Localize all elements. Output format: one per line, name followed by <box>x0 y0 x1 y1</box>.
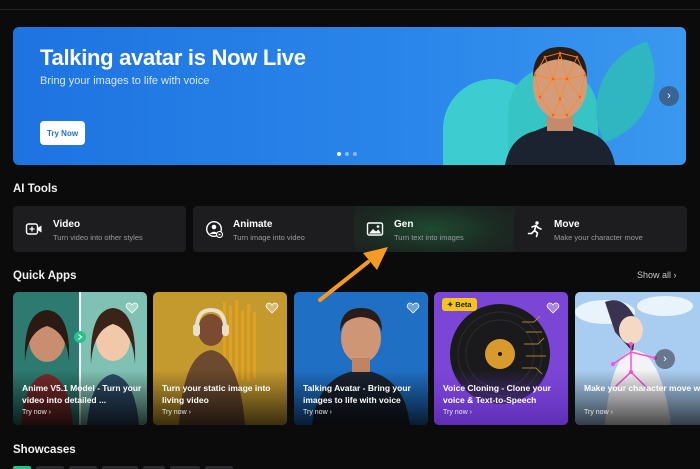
carousel-dot[interactable] <box>345 152 349 156</box>
carousel-next-button[interactable]: › <box>659 86 679 106</box>
quick-app-card-anime[interactable]: Anime V5.1 Model - Turn your video into … <box>13 292 147 425</box>
showcases-heading: Showcases <box>13 444 76 456</box>
app-title: Voice Cloning - Clone your voice & Text-… <box>443 383 551 405</box>
favorite-heart-icon[interactable] <box>265 301 279 315</box>
sparkle-icon: ✦ <box>447 300 454 309</box>
app-title: Anime V5.1 Model - Turn your video into … <box>22 383 142 405</box>
avatar-portrait-image <box>505 47 615 165</box>
try-now-link[interactable]: Try now › <box>162 409 191 416</box>
tool-name: Animate <box>233 219 273 230</box>
quick-app-card-talking-avatar[interactable]: Talking Avatar - Bring your images to li… <box>294 292 428 425</box>
tool-description: Turn text into images <box>394 233 464 242</box>
anime-character-image <box>575 292 700 425</box>
carousel-dots <box>337 152 357 156</box>
tool-card-video[interactable]: Video Turn video into other styles <box>13 206 186 252</box>
quick-app-card-living-video[interactable]: Turn your static image into living video… <box>153 292 287 425</box>
hero-title: Talking avatar is Now Live <box>40 45 306 70</box>
quick-apps-heading: Quick Apps <box>13 270 77 282</box>
tool-description: Make your character move <box>554 233 643 242</box>
animate-icon <box>205 220 223 238</box>
quick-app-card-voice-cloning[interactable]: ✦ Beta Voice Cloning - Clone your voice … <box>434 292 568 425</box>
video-icon <box>25 223 42 235</box>
carousel-dot[interactable] <box>353 152 357 156</box>
app-title: Turn your static image into living video <box>162 383 271 405</box>
favorite-heart-icon[interactable] <box>406 301 420 315</box>
hero-subtitle: Bring your images to life with voice <box>40 75 210 87</box>
tool-description: Turn image into video <box>233 233 305 242</box>
beta-badge: ✦ Beta <box>442 298 477 311</box>
try-now-link[interactable]: Try now › <box>443 409 472 416</box>
tool-name: Move <box>554 219 580 230</box>
try-now-link[interactable]: Try now › <box>22 409 51 416</box>
beta-badge-label: Beta <box>455 300 472 309</box>
tool-card-animate[interactable]: Animate Turn image into video <box>193 206 366 252</box>
tool-name: Gen <box>394 219 414 230</box>
running-icon <box>527 221 542 238</box>
try-now-link[interactable]: Try now › <box>584 409 613 416</box>
tool-name: Video <box>53 219 81 230</box>
carousel-next-button[interactable]: › <box>655 349 675 369</box>
ai-tools-heading: AI Tools <box>13 183 58 195</box>
app-title: Make your character move with reference … <box>584 383 700 393</box>
app-title: Talking Avatar - Bring your images to li… <box>303 383 411 405</box>
hero-banner[interactable]: Talking avatar is Now Live Bring your im… <box>13 27 686 165</box>
tool-card-gen[interactable]: Gen Turn text into images <box>354 206 527 252</box>
try-now-button[interactable]: Try Now <box>40 121 85 145</box>
carousel-dot[interactable] <box>337 152 341 156</box>
top-divider <box>0 9 700 10</box>
favorite-heart-icon[interactable] <box>546 301 560 315</box>
image-icon <box>366 222 384 236</box>
quick-app-card-character-move[interactable]: › Make your character move with referenc… <box>575 292 700 425</box>
tool-card-move[interactable]: Move Make your character move <box>514 206 687 252</box>
favorite-heart-icon[interactable] <box>125 301 139 315</box>
tool-description: Turn video into other styles <box>53 233 143 242</box>
try-now-link[interactable]: Try now › <box>303 409 332 416</box>
show-all-link[interactable]: Show all › <box>637 270 677 280</box>
